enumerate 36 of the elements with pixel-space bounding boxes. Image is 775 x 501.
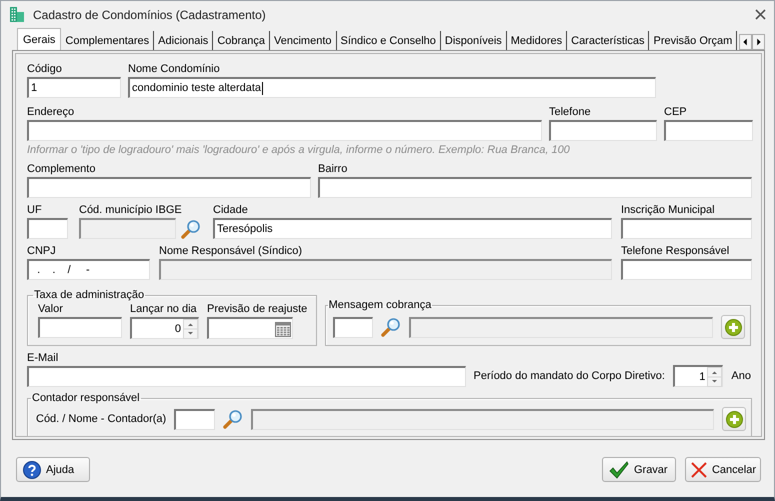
group-title: Taxa de administração xyxy=(33,288,146,302)
field-label: Endereço xyxy=(27,105,74,120)
window-title: Cadastro de Condomínios (Cadastramento) xyxy=(33,8,267,22)
field-label: Telefone Responsável xyxy=(621,244,730,259)
tab[interactable]: Gerais xyxy=(17,28,62,50)
text-field[interactable]: Teresópolis xyxy=(213,218,612,239)
group-title: Mensagem cobrança xyxy=(328,298,432,312)
cancel-button[interactable]: Cancelar xyxy=(684,457,761,482)
field-label: UF xyxy=(27,203,42,218)
field-label: Lançar no dia xyxy=(130,302,197,317)
field-label: Telefone xyxy=(549,105,591,120)
hint-text: Informar o 'tipo de logradouro' mais 'logradouro' e após a virgula, informe o número. Exemplo: Rua Branca, 100 xyxy=(27,143,571,158)
group-title: Contador responsável xyxy=(31,391,141,405)
field-label: CEP xyxy=(664,105,687,120)
field-label: Previsão de reajuste xyxy=(207,302,308,317)
field-label: Cód. município IBGE xyxy=(79,203,182,218)
field-label: Período do mandato do Corpo Diretivo: xyxy=(474,369,665,384)
field-label: Complemento xyxy=(27,162,96,177)
field-label: Nome Responsável (Síndico) xyxy=(159,244,302,259)
field-label: Código xyxy=(27,62,62,77)
field-label: Cidade xyxy=(213,203,248,218)
field-label: Cód. / Nome - Contador(a) xyxy=(36,412,166,426)
number-field[interactable]: 0 xyxy=(130,317,199,339)
unit-label: Ano xyxy=(731,369,751,384)
field-label: Nome Condomínio xyxy=(128,62,220,77)
text-field[interactable]: condominio teste alterdata xyxy=(128,77,656,98)
text-field[interactable]: . . / - xyxy=(27,259,150,280)
field-label: Bairro xyxy=(318,162,348,177)
help-button[interactable]: Ajuda xyxy=(16,457,90,482)
field-label: E-Mail xyxy=(27,351,58,366)
text-field[interactable]: 1 xyxy=(27,77,121,98)
number-field[interactable]: 1 xyxy=(672,365,724,387)
save-button[interactable]: Gravar xyxy=(602,457,676,482)
field-label: Inscrição Municipal xyxy=(621,203,715,218)
field-label: CNPJ xyxy=(27,244,56,259)
field-label: Valor xyxy=(38,302,63,317)
